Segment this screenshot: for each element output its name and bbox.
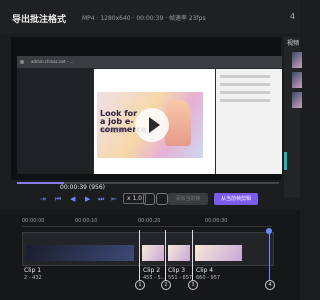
side-thumbnail[interactable] [292,92,302,108]
side-thumbnail[interactable] [292,72,302,88]
step-back-icon[interactable]: ◀ [70,195,75,203]
browser-bar: admin.chinaz.net - ... [17,56,282,68]
split-marker[interactable]: 1 [135,280,145,290]
browser-dot [20,60,24,64]
ruler-line [22,226,272,227]
loop-icon[interactable] [143,193,155,205]
ruler-tick: 00:00:30 [205,218,228,224]
play-icon [149,117,160,133]
ruler-tick: 00:00:20 [138,218,161,224]
clip-label: Clip 4 [196,267,214,274]
skip-forward-icon[interactable]: ⏭ [98,195,104,204]
playhead-handle[interactable] [266,228,272,234]
step-forward-icon[interactable]: ▶ [85,195,90,203]
video-meta: MP4 · 1280x640 · 00:00:39 · 帧速率 23fps [82,15,206,22]
text-line [220,91,270,94]
split-line[interactable] [139,230,140,282]
clip-range: 551 - 657 [168,275,193,281]
split-marker[interactable]: 3 [188,280,198,290]
page-title: 导出批注格式 [12,15,67,25]
time-tooltip: 00:00:39 (956) [60,184,105,191]
mark-out-icon[interactable]: ⇤ [111,195,117,203]
crop-icon[interactable] [156,193,168,205]
scroll-indicator[interactable] [284,152,287,170]
clip-thumbnail[interactable] [195,245,242,261]
add-frame-button[interactable]: 添加当前帧 [168,193,208,205]
ruler-tick: 00:00:10 [75,218,98,224]
skip-back-icon[interactable]: ⏮ [55,195,61,204]
text-line [220,75,270,78]
mark-in-icon[interactable]: ⇥ [40,195,46,203]
side-panel-label: 视频 [287,40,300,47]
video-subtitle: 电商行业招聘中 [100,128,128,133]
preview-left-panel [17,68,93,174]
corner-text: 4 [290,12,296,21]
playhead[interactable] [269,230,270,280]
split-line[interactable] [192,230,193,282]
clip-range: 2 - 432 [24,275,42,281]
preview-side [216,69,282,174]
progress-fill [17,182,65,184]
browser-url: admin.chinaz.net - ... [31,59,74,64]
clip-label: Clip 2 [143,267,161,274]
clip-thumbnail[interactable] [168,245,190,261]
clip-label: Clip 3 [168,267,186,274]
split-marker[interactable]: 4 [265,280,275,290]
clip-label: Clip 1 [24,267,42,274]
clip-thumbnail[interactable] [142,245,164,261]
text-line [220,99,270,102]
clip-thumbnail[interactable] [26,245,134,261]
clip-range: 660 - 957 [196,275,221,281]
side-thumbnail[interactable] [292,52,302,68]
text-line [220,83,270,86]
split-marker[interactable]: 2 [161,280,171,290]
clip-from-frame-button[interactable]: 从当前帧剪辑 [214,193,258,205]
ruler-tick: 00:00:00 [22,218,45,224]
